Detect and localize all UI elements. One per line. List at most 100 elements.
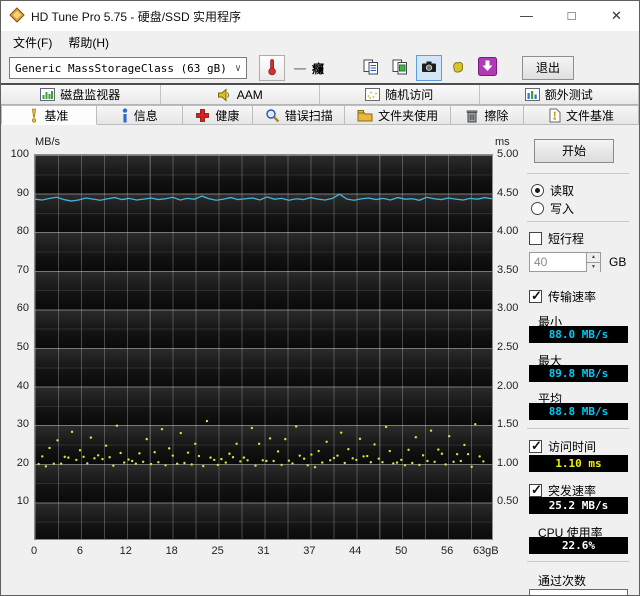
tab-disk-monitor[interactable]: 磁盘监视器 — [1, 85, 161, 104]
tab-label: 额外测试 — [544, 88, 593, 102]
access-time-dot — [119, 451, 122, 455]
access-time-dot — [411, 461, 414, 465]
access-time-dot — [347, 447, 350, 451]
screenshot-button[interactable] — [416, 55, 443, 81]
short-stroke-checkbox[interactable]: 短行程 — [529, 230, 584, 247]
capacity-stepper[interactable]: ▲ ▼ — [587, 252, 601, 272]
access-time-dot — [205, 419, 209, 423]
transfer-rate-label: 传输速率 — [548, 290, 597, 304]
access-time-dot — [466, 452, 470, 456]
access-time-dot — [168, 447, 171, 450]
camera-icon — [420, 59, 438, 78]
chevron-down-icon: ∨ — [234, 62, 241, 74]
tab-error-scan[interactable]: 错误扫描 — [252, 105, 346, 125]
tab-erase[interactable]: 擦除 — [450, 105, 525, 125]
access-time-dot — [63, 455, 66, 459]
access-time-dot — [366, 454, 369, 458]
spin-down-icon[interactable]: ▼ — [587, 263, 600, 272]
temperature-button[interactable] — [259, 55, 285, 81]
tab-label: 基准 — [44, 108, 69, 123]
access-time-dot — [280, 463, 283, 467]
copy-image-button[interactable] — [387, 55, 413, 81]
access-time-dot — [325, 440, 328, 443]
transfer-rate-checkbox[interactable]: 传输速率 — [529, 288, 596, 305]
titlebar: HD Tune Pro 5.75 - 硬盘/SSD 实用程序 — □ ✕ — [1, 1, 639, 31]
access-time-dot — [235, 442, 238, 445]
menubar: 文件(F) 帮助(H) — [1, 31, 639, 53]
access-time-dot — [478, 455, 481, 458]
menu-item[interactable]: 文件(F) — [5, 32, 60, 53]
access-time-dot — [127, 458, 130, 461]
window-title: HD Tune Pro 5.75 - 硬盘/SSD 实用程序 — [31, 9, 242, 24]
tab-file-benchmark[interactable]: 文件基准 — [524, 105, 639, 125]
access-time-dot — [183, 461, 186, 465]
access-time-dot — [294, 425, 298, 428]
access-time-dot — [70, 430, 74, 434]
access-time-dot — [56, 439, 59, 442]
x-axis-tick: 6 — [76, 545, 83, 557]
close-icon[interactable]: ✕ — [594, 1, 639, 31]
access-time-checkbox[interactable]: 访问时间 — [529, 438, 596, 455]
access-time-dot — [78, 449, 82, 452]
access-time-dot — [421, 454, 425, 457]
access-time-dot — [395, 461, 399, 464]
tab-folder-usage[interactable]: 文件夹使用 — [345, 105, 451, 125]
tab-info[interactable]: 信息 — [96, 105, 183, 125]
maximize-icon[interactable]: □ — [549, 1, 594, 31]
access-time-dot — [388, 449, 391, 453]
access-time-dot — [302, 457, 306, 460]
minimize-icon[interactable]: — — [504, 1, 549, 31]
access-time-dot — [400, 458, 403, 462]
speaker-icon — [217, 87, 232, 102]
access-time-dot — [470, 465, 473, 468]
access-time-dot — [209, 456, 212, 459]
x-axis-tick: 37 — [303, 545, 316, 557]
drive-select[interactable]: Generic MassStorageClass (63 gB) ∨ — [9, 57, 247, 79]
access-time-dot — [336, 454, 339, 457]
tab-health[interactable]: 健康 — [182, 105, 253, 125]
access-time-dot — [403, 464, 407, 467]
random-access-icon — [365, 88, 381, 101]
copy-text-button[interactable] — [358, 55, 384, 81]
access-time-dot — [153, 451, 156, 454]
exit-button[interactable]: 退出 — [522, 56, 575, 80]
radio-icon[interactable] — [531, 202, 544, 215]
checkbox-icon[interactable] — [529, 438, 542, 454]
hand-icon — [450, 59, 466, 78]
hand-button[interactable] — [445, 55, 471, 81]
tab-random-access[interactable]: 随机访问 — [320, 85, 480, 104]
menu-item[interactable]: 帮助(H) — [60, 32, 117, 53]
spin-up-icon[interactable]: ▲ — [587, 253, 600, 263]
access-time-dot — [134, 462, 138, 465]
left-axis-unit: MB/s — [35, 136, 61, 148]
app-icon — [9, 6, 25, 26]
folder-icon — [357, 109, 373, 122]
x-axis-tick: 56 — [440, 545, 454, 557]
radio-icon[interactable] — [531, 184, 544, 197]
toolbar: Generic MassStorageClass (63 gB) ∨ — 癮 退… — [1, 53, 639, 85]
read-radio[interactable]: 读取 — [531, 182, 574, 199]
access-time-dot — [474, 423, 477, 426]
tab-extra-tests[interactable]: 额外测试 — [479, 85, 639, 104]
checkbox-icon[interactable] — [529, 482, 542, 498]
access-time-dot — [261, 459, 264, 462]
start-button[interactable]: 开始 — [534, 139, 614, 163]
capacity-input[interactable]: 40 — [529, 252, 587, 272]
access-time-dot — [44, 465, 48, 468]
checkbox-icon[interactable] — [529, 232, 542, 245]
access-time-dot — [37, 462, 40, 466]
checkbox-icon[interactable] — [529, 288, 542, 304]
pass-count-input[interactable] — [529, 589, 628, 595]
access-time-dot — [272, 459, 275, 463]
health-icon — [195, 108, 210, 123]
access-time-dot — [276, 450, 280, 453]
access-time-dot — [339, 431, 343, 434]
access-time-dot — [138, 452, 141, 455]
tab-benchmark[interactable]: 基准 — [1, 105, 97, 125]
write-radio[interactable]: 写入 — [531, 200, 574, 217]
access-time-dot — [186, 451, 190, 454]
access-time-dot — [358, 437, 362, 441]
read-speed-line — [35, 193, 492, 202]
save-button[interactable] — [474, 55, 500, 81]
tab-aam[interactable]: AAM — [160, 85, 320, 104]
